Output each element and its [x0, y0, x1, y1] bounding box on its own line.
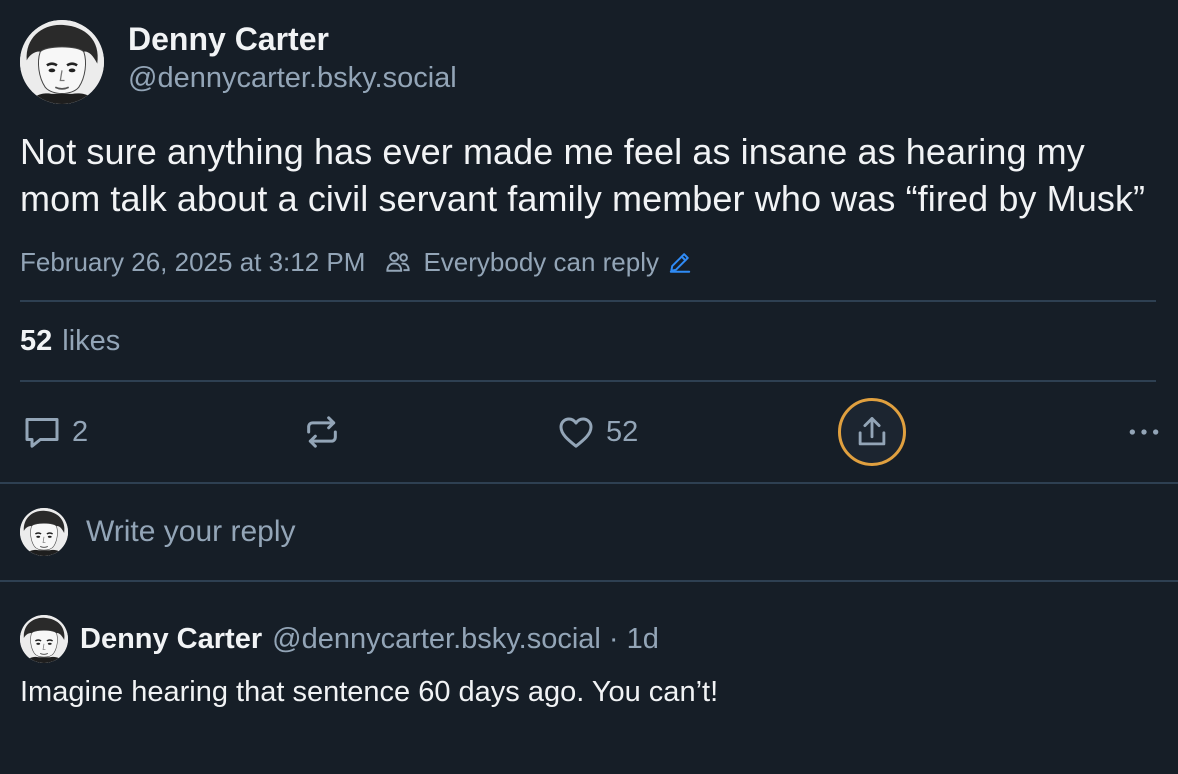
people-icon [386, 252, 411, 272]
author-names: Denny Carter @dennycarter.bsky.social [128, 19, 457, 97]
reply-author-name[interactable]: Denny Carter [80, 623, 262, 656]
reply-author-avatar[interactable] [20, 615, 68, 663]
share-button[interactable] [838, 382, 906, 482]
reply-handle-text[interactable]: @dennycarter.bsky.social [272, 623, 601, 655]
reply-header: Denny Carter @dennycarter.bsky.social · … [20, 614, 1158, 664]
reply-body-text: Imagine hearing that sentence 60 days ag… [20, 676, 719, 708]
likes-summary[interactable]: 52 likes [20, 302, 1158, 380]
repost-button[interactable] [302, 382, 342, 482]
reply-age[interactable]: 1d [627, 623, 659, 655]
share-focus-ring [838, 398, 906, 466]
more-options-button[interactable] [1124, 382, 1164, 482]
likes-count: 52 [20, 324, 53, 357]
likes-label: likes [62, 324, 121, 357]
reply-separator: · [608, 622, 619, 655]
repost-icon [307, 416, 337, 448]
reply-author-handle: @dennycarter.bsky.social · 1d [272, 623, 659, 656]
post-body-text: Not sure anything has ever made me feel … [20, 131, 1146, 219]
post-header: Denny Carter @dennycarter.bsky.social [20, 20, 1158, 104]
post-meta: February 26, 2025 at 3:12 PM Everybody c… [20, 242, 1158, 282]
reply-post[interactable]: Denny Carter @dennycarter.bsky.social · … [0, 582, 1178, 709]
reply-composer-placeholder[interactable]: Write your reply [86, 515, 296, 549]
pencil-icon[interactable] [667, 249, 693, 275]
speech-bubble-icon [25, 418, 59, 448]
current-user-avatar [20, 508, 68, 556]
reply-composer[interactable]: Write your reply [0, 484, 1178, 580]
action-bar: 2 52 [20, 382, 1159, 482]
like-button[interactable]: 52 [556, 382, 638, 482]
author-avatar[interactable] [20, 20, 104, 104]
post-thread-anchor: Denny Carter @dennycarter.bsky.social No… [0, 0, 1178, 482]
heart-icon [559, 417, 593, 448]
like-count: 52 [606, 415, 639, 448]
reply-button[interactable]: 2 [22, 382, 88, 482]
reply-setting-link[interactable]: Everybody can reply [423, 247, 659, 278]
reply-count: 2 [72, 415, 89, 448]
post-timestamp: February 26, 2025 at 3:12 PM [20, 246, 366, 277]
share-icon [858, 417, 886, 446]
ellipsis-icon [1129, 429, 1159, 435]
author-display-name[interactable]: Denny Carter [128, 19, 457, 59]
author-handle[interactable]: @dennycarter.bsky.social [128, 59, 457, 97]
